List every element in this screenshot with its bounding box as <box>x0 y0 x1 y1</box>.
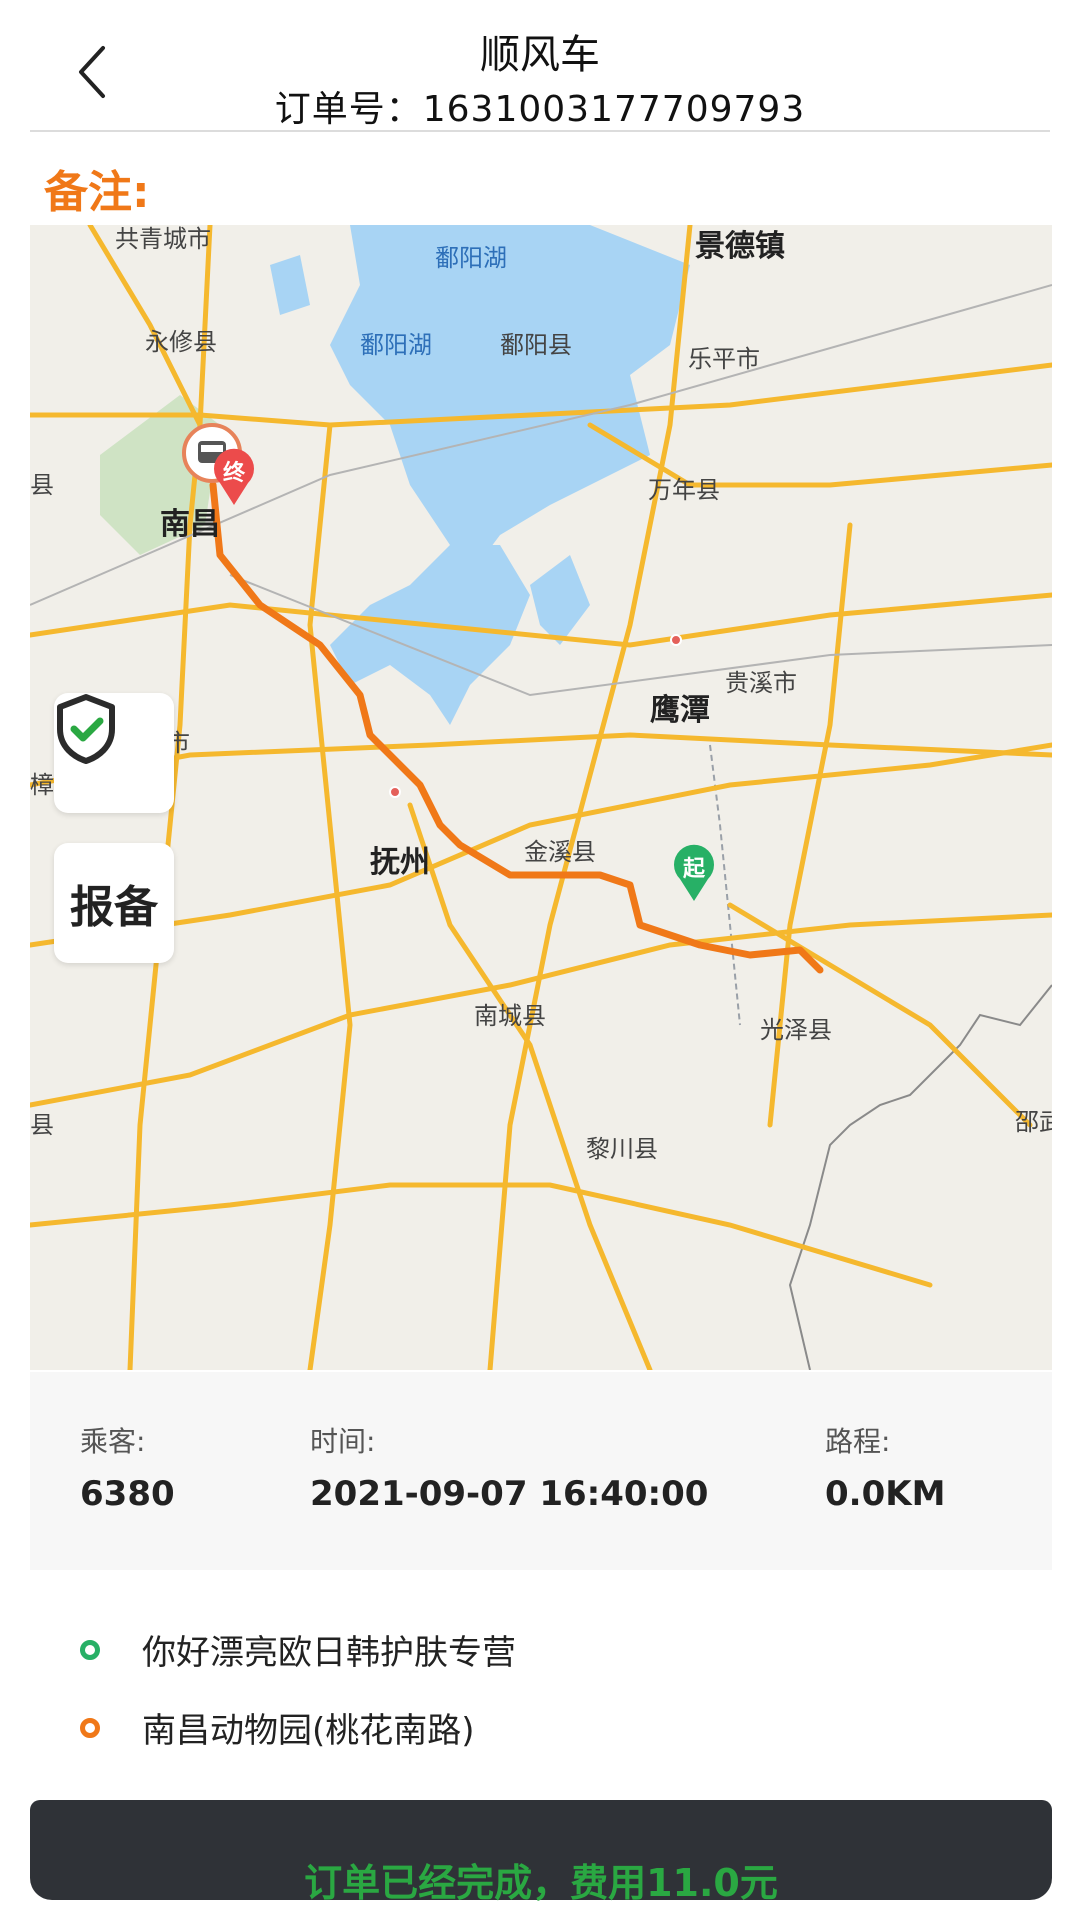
map-label: 金溪县 <box>524 838 596 866</box>
map-canvas <box>30 225 1052 1370</box>
map-label: 邵武 <box>1015 1108 1052 1136</box>
end-address: 南昌动物园(桃花南路) <box>80 1703 475 1752</box>
remark-label: 备注: <box>44 167 150 218</box>
route-map[interactable]: 共青城市 景德镇 鄱阳湖 鄱阳湖 永修县 鄱阳县 乐平市 万年县 南昌 贵溪市 … <box>30 225 1052 1370</box>
start-address-text: 你好漂亮欧日韩护肤专营 <box>142 1633 516 1673</box>
map-label: 乐平市 <box>688 345 760 373</box>
report-button[interactable]: 报备 <box>54 843 174 963</box>
map-label: 鄱阳县 <box>500 331 572 359</box>
map-label: 鹰潭 <box>650 693 710 728</box>
map-label: 黎川县 <box>586 1135 658 1163</box>
order-status-text: 订单已经完成，费用11.0元 <box>304 1861 778 1905</box>
time-label: 时间: <box>310 1425 376 1458</box>
trip-info: 乘客: 6380 时间: 2021-09-07 16:40:00 路程: 0.0… <box>30 1372 1052 1570</box>
safety-button[interactable] <box>54 693 174 813</box>
map-label: 鄱阳湖 <box>435 244 507 272</box>
shield-check-icon <box>57 694 115 764</box>
end-marker-text: 终 <box>222 461 245 486</box>
map-label: 光泽县 <box>760 1016 832 1044</box>
route-line <box>209 481 824 974</box>
map-label: 县 <box>30 1111 54 1139</box>
time-info: 时间: 2021-09-07 16:40:00 <box>310 1420 708 1514</box>
distance-label: 路程: <box>825 1425 891 1458</box>
distance-info: 路程: 0.0KM <box>825 1420 945 1514</box>
passenger-label: 乘客: <box>80 1425 146 1458</box>
map-label: 万年县 <box>648 476 720 504</box>
end-address-text: 南昌动物园(桃花南路) <box>142 1711 475 1751</box>
passenger-value: 6380 <box>80 1474 175 1514</box>
passenger-info: 乘客: 6380 <box>80 1420 175 1514</box>
start-dot-icon <box>80 1639 100 1660</box>
header-divider <box>30 130 1050 132</box>
end-dot-icon <box>80 1717 100 1738</box>
order-status-bar: 订单已经完成，费用11.0元 <box>30 1800 1052 1905</box>
map-label: 县 <box>30 471 54 499</box>
time-value: 2021-09-07 16:40:00 <box>310 1474 709 1514</box>
map-label: 景德镇 <box>695 229 785 264</box>
map-label: 共青城市 <box>115 225 211 253</box>
distance-value: 0.0KM <box>825 1474 946 1514</box>
map-label: 鄱阳湖 <box>360 331 432 359</box>
header: 顺风车 订单号：1631003177709793 <box>0 0 1080 130</box>
order-number: 订单号：1631003177709793 <box>274 89 806 130</box>
map-label: 樟 <box>30 771 54 799</box>
map-label: 南城县 <box>474 1002 546 1030</box>
map-label: 贵溪市 <box>725 669 797 697</box>
start-marker-text: 起 <box>682 857 705 882</box>
end-marker: 终 <box>210 447 258 507</box>
map-label: 永修县 <box>145 328 217 356</box>
report-button-label: 报备 <box>70 882 158 933</box>
start-address: 你好漂亮欧日韩护肤专营 <box>80 1625 516 1674</box>
page-title: 顺风车 <box>480 32 600 78</box>
start-marker: 起 <box>670 843 718 903</box>
map-label: 抚州 <box>370 845 430 880</box>
